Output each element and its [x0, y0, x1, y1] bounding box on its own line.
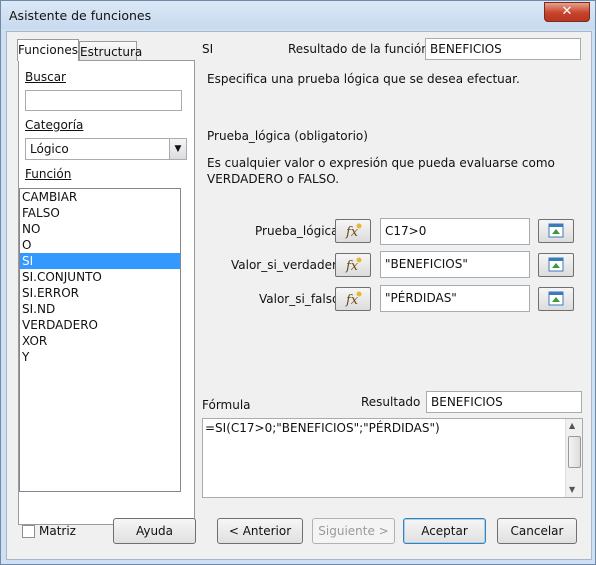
- formula-label: Fórmula: [202, 398, 251, 412]
- scroll-thumb[interactable]: [568, 436, 581, 468]
- list-item[interactable]: FALSO: [20, 205, 180, 221]
- arg-label-valor-si-falso: Valor_si_falso: [259, 292, 340, 306]
- close-button[interactable]: ✕: [544, 2, 590, 22]
- argument-description-line1: Es cualquier valor o expresión que pueda…: [207, 156, 555, 170]
- category-select[interactable]: Lógico ▼: [25, 138, 187, 160]
- formula-editor[interactable]: =SI(C17>0;"BENEFICIOS";"PÉRDIDAS") ▲ ▼: [202, 418, 583, 498]
- list-item[interactable]: XOR: [20, 333, 180, 349]
- formula-scrollbar[interactable]: ▲ ▼: [565, 419, 582, 497]
- ok-button[interactable]: Aceptar: [403, 518, 486, 544]
- matrix-label: Matriz: [39, 524, 76, 538]
- scroll-up-icon[interactable]: ▲: [569, 421, 575, 430]
- function-wizard-window: Asistente de funciones ✕ Funciones Estru…: [0, 0, 596, 565]
- title-bar[interactable]: Asistente de funciones ✕: [1, 1, 595, 29]
- back-button[interactable]: < Anterior: [217, 518, 303, 544]
- search-label: Buscar: [25, 70, 66, 84]
- dialog-body: Funciones Estructura Buscar Categoría Ló…: [6, 31, 592, 560]
- resultado-label: Resultado: [361, 395, 421, 409]
- function-list: CAMBIAR FALSO NO O SI SI.CONJUNTO SI.ERR…: [19, 188, 181, 492]
- function-result-field: BENEFICIOS: [425, 38, 581, 60]
- formula-result-field: BENEFICIOS: [426, 391, 582, 413]
- list-item-selected[interactable]: SI: [20, 253, 180, 269]
- function-label: Función: [25, 167, 72, 181]
- fx-button[interactable]: fx: [335, 287, 371, 311]
- search-input[interactable]: [25, 90, 182, 111]
- list-item[interactable]: CAMBIAR: [20, 189, 180, 205]
- shrink-button[interactable]: [538, 287, 574, 311]
- list-item[interactable]: SI.CONJUNTO: [20, 269, 180, 285]
- svg-text:fx: fx: [345, 225, 359, 240]
- arg-input-valor-si-verdadero[interactable]: "BENEFICIOS": [380, 251, 530, 278]
- cancel-button[interactable]: Cancelar: [497, 518, 577, 544]
- formula-text: =SI(C17>0;"BENEFICIOS";"PÉRDIDAS"): [205, 421, 440, 435]
- svg-text:fx: fx: [345, 293, 359, 308]
- fx-icon: fx: [345, 291, 362, 308]
- arg-input-prueba-logica[interactable]: C17>0: [380, 218, 530, 245]
- argument-description-line2: VERDADERO o FALSO.: [207, 172, 340, 186]
- argument-title: Prueba_lógica (obligatorio): [207, 129, 368, 143]
- shrink-icon: [548, 223, 564, 238]
- shrink-button[interactable]: [538, 253, 574, 277]
- list-item[interactable]: O: [20, 237, 180, 253]
- function-name: SI: [202, 42, 214, 56]
- next-button[interactable]: Siguiente >: [312, 518, 395, 544]
- category-label: Categoría: [25, 118, 84, 132]
- fx-icon: fx: [345, 257, 362, 274]
- list-item[interactable]: VERDADERO: [20, 317, 180, 333]
- fx-button[interactable]: fx: [335, 219, 371, 243]
- shrink-icon: [548, 257, 564, 272]
- tab-funciones[interactable]: Funciones: [17, 39, 79, 61]
- help-button[interactable]: Ayuda: [113, 518, 196, 544]
- fx-button[interactable]: fx: [335, 253, 371, 277]
- list-item[interactable]: SI.ND: [20, 301, 180, 317]
- list-item[interactable]: Y: [20, 349, 180, 365]
- list-item[interactable]: NO: [20, 221, 180, 237]
- function-description: Especifica una prueba lógica que se dese…: [207, 72, 520, 86]
- fx-icon: fx: [345, 223, 362, 240]
- tab-estructura[interactable]: Estructura: [79, 41, 142, 61]
- arg-label-valor-si-verdadero: Valor_si_verdadero: [231, 258, 345, 272]
- list-item[interactable]: SI.ERROR: [20, 285, 180, 301]
- window-title: Asistente de funciones: [9, 8, 152, 23]
- category-value: Lógico: [30, 142, 69, 156]
- shrink-icon: [548, 291, 564, 306]
- scroll-down-icon[interactable]: ▼: [569, 485, 575, 494]
- arg-label-prueba-logica: Prueba_lógica: [255, 224, 339, 238]
- chevron-down-icon[interactable]: ▼: [169, 139, 186, 159]
- svg-text:fx: fx: [345, 259, 359, 274]
- arg-input-valor-si-falso[interactable]: "PÉRDIDAS": [380, 285, 530, 312]
- result-label: Resultado de la función: [288, 42, 429, 56]
- matrix-checkbox[interactable]: [22, 525, 35, 538]
- shrink-button[interactable]: [538, 219, 574, 243]
